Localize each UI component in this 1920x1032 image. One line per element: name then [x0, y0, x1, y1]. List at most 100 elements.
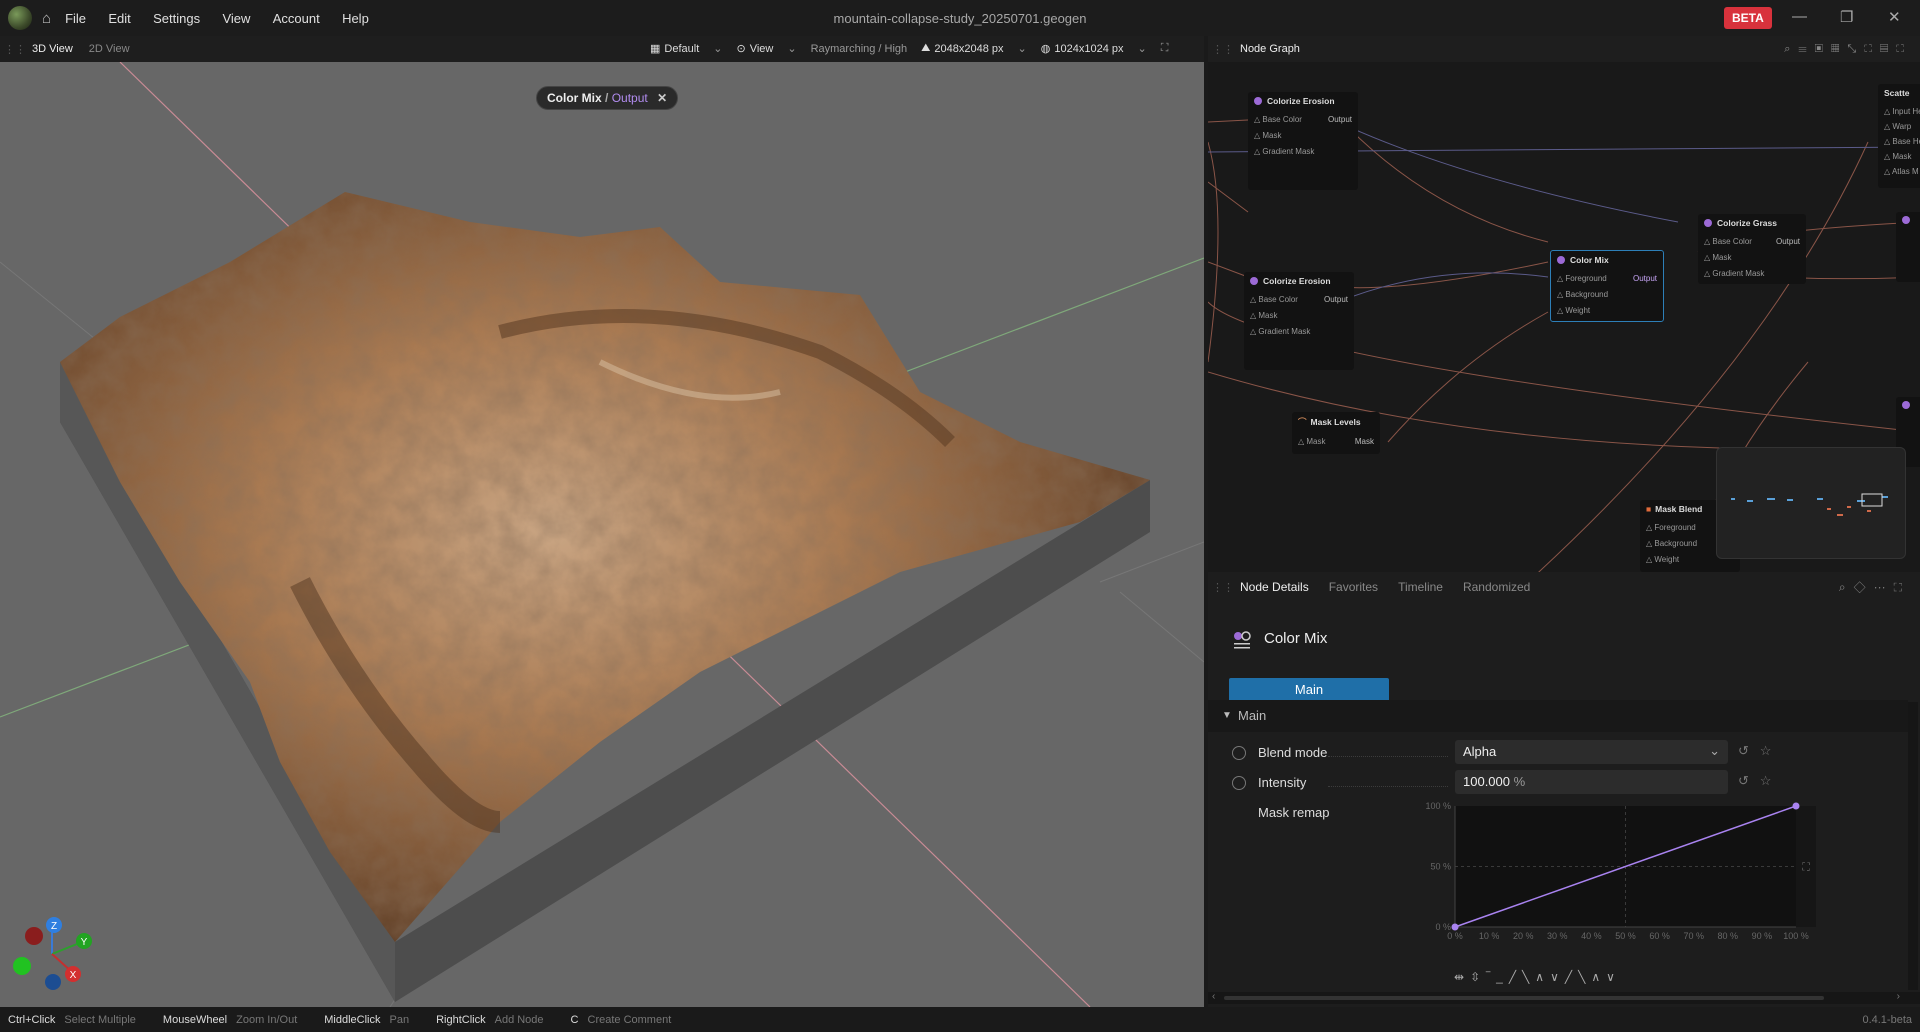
node-port[interactable]: △ Mask	[1884, 149, 1920, 164]
node-port[interactable]: △ Warp	[1884, 119, 1920, 134]
3d-viewport[interactable]: Z Y X Color Mix / Output ✕	[0, 62, 1204, 1007]
render-mode[interactable]: Raymarching / High	[811, 43, 908, 55]
tab-2d-view[interactable]: 2D View	[89, 43, 130, 55]
node-port[interactable]: △ Base He	[1884, 134, 1920, 149]
node-colorize-erosion[interactable]: Colorize Erosion △ Base Color Output △ Ma…	[1244, 272, 1354, 370]
preset-valley-icon[interactable]: ∨	[1550, 970, 1559, 984]
animate-toggle[interactable]	[1232, 776, 1246, 790]
node-colorize-erosion[interactable]: Colorize Erosion △ Base Color Output △ Ma…	[1248, 92, 1358, 190]
tab-favorites[interactable]: Favorites	[1329, 580, 1378, 594]
node-port[interactable]: △ Gradient Mask	[1254, 144, 1352, 160]
menu-file[interactable]: File	[65, 11, 86, 26]
output-chip[interactable]: Color Mix / Output ✕	[536, 86, 679, 110]
preset-flat-high-icon[interactable]: ‾	[1486, 970, 1490, 984]
grip-icon[interactable]: ⋮⋮	[1212, 43, 1234, 56]
node-port[interactable]: △ Base Color Output	[1704, 234, 1800, 250]
close-icon[interactable]: ✕	[1888, 8, 1901, 26]
expand-curve-icon[interactable]: ⛶	[1802, 861, 1810, 874]
node-port[interactable]: △ Mask	[1254, 128, 1352, 144]
minimize-icon[interactable]: —	[1792, 8, 1807, 25]
node-port[interactable]: △ Base Color Output	[1254, 112, 1352, 128]
node-port[interactable]: △ Gradient Mask	[1250, 324, 1348, 340]
port-label: Warp	[1892, 122, 1912, 131]
collapse-icon[interactable]: ▼	[1222, 700, 1232, 732]
node-port[interactable]: △ Background	[1557, 287, 1657, 303]
node-port[interactable]: △ Mask	[1704, 250, 1800, 266]
grip-icon[interactable]: ⋮⋮	[1212, 581, 1234, 594]
output-port[interactable]: Output	[1328, 112, 1352, 128]
menu-help[interactable]: Help	[342, 11, 369, 26]
node-mask-levels[interactable]: ⌒ Mask Levels △ Mask Mask	[1292, 412, 1380, 454]
node-scatter[interactable]: Scatte △ Input He △ Warp △ Base He △ Mas…	[1878, 84, 1920, 188]
close-icon[interactable]: ✕	[657, 91, 667, 105]
node-port[interactable]: △ Foreground Output	[1557, 271, 1657, 287]
reset-icon[interactable]: ↺	[1738, 773, 1749, 788]
preset-flat-low-icon[interactable]: _	[1496, 970, 1503, 984]
output-port[interactable]: Output	[1633, 271, 1657, 287]
axis-gizmo[interactable]: Z Y X	[13, 917, 92, 990]
horizontal-scrollbar[interactable]: ‹ ›	[1208, 991, 1920, 1004]
node-port[interactable]: △ Mask Mask	[1298, 434, 1374, 450]
flip-h-icon[interactable]: ⇹	[1454, 970, 1464, 984]
fullscreen-icon[interactable]: ⛶	[1161, 42, 1169, 55]
details-toolbar-icons[interactable]: ⌕◇⋯⛶	[1839, 580, 1910, 595]
preset-valley-2-icon[interactable]: ∨	[1606, 970, 1615, 984]
preset-ramp-down-2-icon[interactable]: ╲	[1578, 970, 1585, 984]
menu-edit[interactable]: Edit	[108, 11, 130, 26]
scroll-left-icon[interactable]: ‹	[1212, 991, 1215, 1002]
node-port[interactable]: △ Gradient Mask	[1704, 266, 1800, 282]
menu-settings[interactable]: Settings	[153, 11, 200, 26]
world-size-select[interactable]: 1024x1024 px	[1054, 43, 1123, 55]
view-menu[interactable]: View	[750, 43, 774, 55]
section-main[interactable]: ▼ Main	[1208, 700, 1908, 732]
chevron-down-icon[interactable]: ⌄	[787, 42, 796, 55]
node-partial[interactable]	[1896, 212, 1920, 282]
node-port[interactable]: △ Input He	[1884, 104, 1920, 119]
home-icon[interactable]: ⌂	[42, 10, 51, 27]
vertical-scrollbar[interactable]	[1908, 702, 1918, 990]
node-port[interactable]: △ Mask	[1250, 308, 1348, 324]
graph-toolbar-icons[interactable]: ⌕☰▣▦⤡⛶▤⛶	[1784, 43, 1912, 56]
preset-peak-2-icon[interactable]: ∧	[1591, 970, 1600, 984]
node-colorize-grass[interactable]: Colorize Grass △ Base Color Output △ Mask…	[1698, 214, 1806, 284]
tab-timeline[interactable]: Timeline	[1398, 580, 1443, 594]
scroll-right-icon[interactable]: ›	[1897, 991, 1900, 1002]
output-port[interactable]: Mask	[1355, 434, 1374, 450]
flip-v-icon[interactable]: ⇳	[1470, 970, 1480, 984]
graph-minimap[interactable]	[1716, 447, 1906, 559]
chevron-down-icon[interactable]: ⌄	[713, 42, 722, 55]
curve-control-point[interactable]	[1451, 923, 1459, 931]
intensity-field[interactable]: 100.000 %	[1455, 770, 1728, 794]
preset-ramp-up-2-icon[interactable]: ╱	[1565, 970, 1572, 984]
node-color-mix[interactable]: Color Mix △ Foreground Output △ Backgroun…	[1550, 250, 1664, 322]
beta-badge[interactable]: BETA	[1724, 7, 1772, 29]
menu-view[interactable]: View	[222, 11, 250, 26]
preset-ramp-up-icon[interactable]: ╱	[1509, 970, 1516, 984]
preset-peak-icon[interactable]: ∧	[1535, 970, 1544, 984]
chevron-down-icon[interactable]: ⌄	[1138, 42, 1147, 55]
preset-select[interactable]: Default	[664, 43, 699, 55]
menu-account[interactable]: Account	[273, 11, 320, 26]
main-tab-button[interactable]: Main	[1229, 678, 1389, 702]
node-port[interactable]: △ Atlas M	[1884, 164, 1920, 179]
star-icon[interactable]: ☆	[1760, 773, 1772, 788]
node-port[interactable]: △ Base Color Output	[1250, 292, 1348, 308]
output-port[interactable]: Output	[1776, 234, 1800, 250]
curve-control-point[interactable]	[1792, 802, 1800, 810]
output-port[interactable]: Output	[1324, 292, 1348, 308]
preset-ramp-down-icon[interactable]: ╲	[1522, 970, 1529, 984]
reset-icon[interactable]: ↺	[1738, 743, 1749, 758]
restore-icon[interactable]: ❐	[1840, 8, 1853, 26]
tab-randomized[interactable]: Randomized	[1463, 580, 1530, 594]
grip-icon[interactable]: ⋮⋮	[4, 43, 26, 56]
node-graph-canvas[interactable]: Colorize Erosion △ Base Color Output △ Ma…	[1208, 62, 1920, 572]
tab-node-details[interactable]: Node Details	[1240, 580, 1309, 594]
node-port[interactable]: △ Weight	[1557, 303, 1657, 319]
resolution-select[interactable]: 2048x2048 px	[934, 43, 1003, 55]
animate-toggle[interactable]	[1232, 746, 1246, 760]
scrollbar-thumb[interactable]	[1224, 996, 1824, 1000]
tab-3d-view[interactable]: 3D View	[32, 43, 73, 55]
chevron-down-icon[interactable]: ⌄	[1018, 42, 1027, 55]
star-icon[interactable]: ☆	[1760, 743, 1772, 758]
blend-mode-select[interactable]: Alpha ⌄	[1455, 740, 1728, 764]
